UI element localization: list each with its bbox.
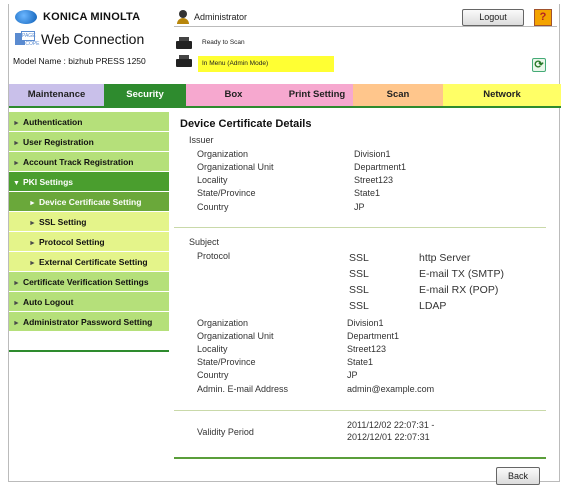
subject-locality-value: Street123 xyxy=(347,344,387,354)
protocol-ssl: SSL xyxy=(349,300,369,312)
validity-from: 2011/12/02 22:07:31 - xyxy=(347,420,435,430)
sidebar-item-authentication[interactable]: ► Authentication xyxy=(9,112,169,132)
issuer-organization-label: Organization xyxy=(197,149,249,159)
arrow-right-icon: ► xyxy=(13,320,20,327)
divider-green xyxy=(174,457,546,459)
protocol-ssl: SSL xyxy=(349,284,369,296)
sidebar-item-ssl-setting[interactable]: ► SSL Setting xyxy=(9,212,169,232)
protocol-value: LDAP xyxy=(419,300,447,312)
subject-state-value: State1 xyxy=(347,357,374,367)
tab-divider xyxy=(9,106,561,108)
subject-label: Subject xyxy=(189,237,220,247)
administrator-icon xyxy=(176,10,190,24)
subject-country-label: Country xyxy=(197,370,229,380)
main-tabs: Maintenance Security Box Print Setting S… xyxy=(9,84,561,106)
issuer-organization-value: Division1 xyxy=(354,149,391,159)
subject-organization-value: Division1 xyxy=(347,318,384,328)
issuer-locality-value: Street123 xyxy=(354,175,394,185)
validity-to: 2012/12/01 22:07:31 xyxy=(347,432,430,442)
sidebar-item-account-track[interactable]: ► Account Track Registration xyxy=(9,152,169,172)
issuer-locality-label: Locality xyxy=(197,175,228,185)
sidebar: ► Authentication ► User Registration ► Acco… xyxy=(9,112,169,352)
model-name: Model Name : bizhub PRESS 1250 xyxy=(13,56,146,66)
sidebar-item-auto-logout[interactable]: ► Auto Logout xyxy=(9,292,169,312)
issuer-country-value: JP xyxy=(354,202,365,212)
brand-logo: KONICA MINOLTA xyxy=(15,10,140,24)
arrow-right-icon: ► xyxy=(29,200,36,207)
printer-icon xyxy=(176,37,192,50)
tab-maintenance[interactable]: Maintenance xyxy=(9,84,104,106)
protocol-label: Protocol xyxy=(197,251,231,261)
arrow-down-icon: ▼ xyxy=(13,180,20,187)
issuer-unit-value: Department1 xyxy=(354,162,407,172)
status-ready-text: Ready to Scan xyxy=(202,39,245,46)
arrow-right-icon: ► xyxy=(29,260,36,267)
help-button[interactable]: ? xyxy=(534,9,552,26)
tab-print-setting[interactable]: Print Setting xyxy=(281,84,353,106)
back-button[interactable]: Back xyxy=(496,467,540,485)
admin-bar: Administrator Logout ? xyxy=(174,9,557,27)
sidebar-item-certificate-verification[interactable]: ► Certificate Verification Settings xyxy=(9,272,169,292)
page: KONICA MINOLTA PAGE SCOPE Web Connection… xyxy=(8,4,561,485)
arrow-right-icon: ► xyxy=(13,300,20,307)
protocol-value: E-mail RX (POP) xyxy=(419,284,499,296)
issuer-label: Issuer xyxy=(189,135,214,145)
refresh-icon[interactable]: ⟳ xyxy=(532,58,546,72)
subject-state-label: State/Province xyxy=(197,357,256,367)
arrow-right-icon: ► xyxy=(13,140,20,147)
subject-unit-label: Organizational Unit xyxy=(197,331,274,341)
arrow-right-icon: ► xyxy=(29,240,36,247)
logout-button[interactable]: Logout xyxy=(462,9,524,26)
subject-locality-label: Locality xyxy=(197,344,228,354)
issuer-state-value: State1 xyxy=(354,188,381,198)
protocol-ssl: SSL xyxy=(349,252,369,264)
divider xyxy=(174,227,546,228)
user-name: Administrator xyxy=(194,12,248,22)
admin-email-value: admin@example.com xyxy=(347,384,435,394)
sidebar-item-device-certificate[interactable]: ► Device Certificate Setting xyxy=(9,192,169,212)
admin-email-label: Admin. E-mail Address xyxy=(197,384,289,394)
web-connection-title: Web Connection xyxy=(41,31,145,47)
pagescope-icon: PAGE SCOPE xyxy=(15,31,40,47)
printer-icon xyxy=(176,55,192,68)
pagescope-logo: PAGE SCOPE Web Connection xyxy=(15,31,144,47)
protocol-value: E-mail TX (SMTP) xyxy=(419,268,504,280)
tab-security[interactable]: Security xyxy=(104,84,186,106)
issuer-state-label: State/Province xyxy=(197,188,256,198)
arrow-right-icon: ► xyxy=(13,160,20,167)
arrow-right-icon: ► xyxy=(13,120,20,127)
issuer-country-label: Country xyxy=(197,202,229,212)
tab-scan[interactable]: Scan xyxy=(353,84,443,106)
sidebar-item-user-registration[interactable]: ► User Registration xyxy=(9,132,169,152)
sidebar-bottom-rule xyxy=(9,350,169,352)
sidebar-item-pki-settings[interactable]: ▼ PKI Settings xyxy=(9,172,169,192)
sidebar-item-protocol-setting[interactable]: ► Protocol Setting xyxy=(9,232,169,252)
divider xyxy=(174,410,546,411)
header: KONICA MINOLTA PAGE SCOPE Web Connection… xyxy=(9,4,561,84)
konica-minolta-logo-icon xyxy=(15,10,37,24)
sidebar-item-admin-password[interactable]: ► Administrator Password Setting xyxy=(9,312,169,332)
page-title: Device Certificate Details xyxy=(180,118,312,130)
sidebar-item-external-certificate[interactable]: ► External Certificate Setting xyxy=(9,252,169,272)
brand-name: KONICA MINOLTA xyxy=(43,11,141,23)
arrow-right-icon: ► xyxy=(29,220,36,227)
validity-period-label: Validity Period xyxy=(197,427,254,437)
tab-box[interactable]: Box xyxy=(186,84,281,106)
status-menu-badge: In Menu (Admin Mode) xyxy=(198,56,334,72)
protocol-ssl: SSL xyxy=(349,268,369,280)
protocol-value: http Server xyxy=(419,252,471,264)
subject-unit-value: Department1 xyxy=(347,331,400,341)
issuer-unit-label: Organizational Unit xyxy=(197,162,274,172)
subject-organization-label: Organization xyxy=(197,318,249,328)
arrow-right-icon: ► xyxy=(13,280,20,287)
subject-country-value: JP xyxy=(347,370,358,380)
tab-network[interactable]: Network xyxy=(443,84,561,106)
